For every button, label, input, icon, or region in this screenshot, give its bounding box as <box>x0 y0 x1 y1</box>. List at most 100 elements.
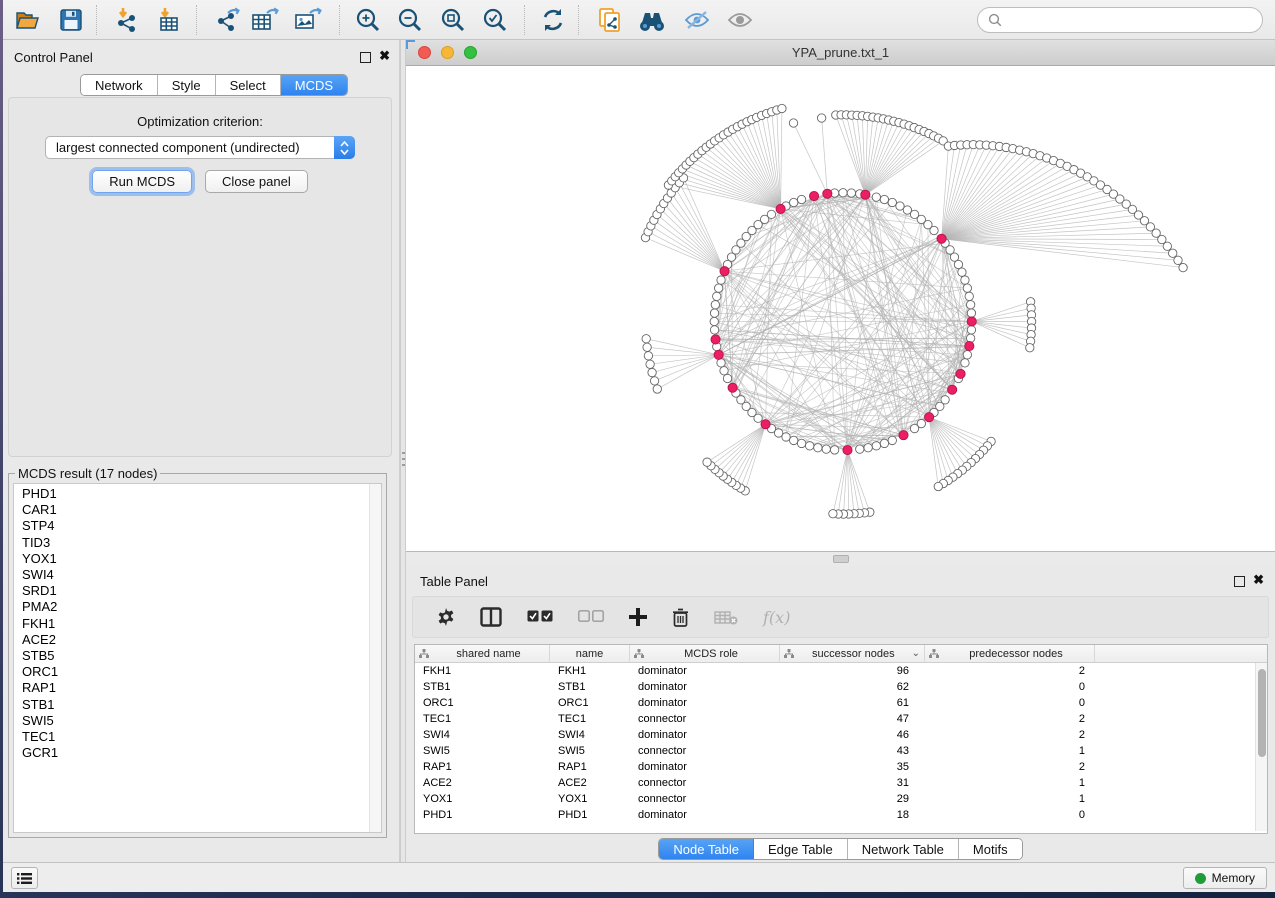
table-scrollbar[interactable] <box>1255 663 1267 831</box>
float-table-panel-icon[interactable] <box>1234 576 1245 587</box>
column-header-name[interactable]: name <box>550 645 630 662</box>
tab-style[interactable]: Style <box>158 75 216 95</box>
eye-slash-icon <box>683 9 711 31</box>
horizontal-splitter[interactable] <box>406 552 1275 566</box>
memory-button[interactable]: Memory <box>1183 867 1267 889</box>
mcds-result-item[interactable]: PMA2 <box>22 599 381 615</box>
mcds-result-item[interactable]: PHD1 <box>22 486 381 502</box>
zoom-in-button[interactable] <box>351 3 385 37</box>
mcds-result-item[interactable]: STB1 <box>22 697 381 713</box>
select-all-button[interactable] <box>527 610 553 624</box>
hide-selected-button[interactable] <box>680 3 714 37</box>
search-input[interactable] <box>1008 13 1252 28</box>
table-header: shared namenameMCDS rolesuccessor nodes⌄… <box>415 645 1267 663</box>
delete-table-button[interactable] <box>714 610 738 625</box>
mcds-result-item[interactable]: SWI4 <box>22 567 381 583</box>
mcds-result-item[interactable]: STP4 <box>22 518 381 534</box>
plus-icon <box>629 608 647 626</box>
scrollbar-thumb[interactable] <box>1258 669 1266 757</box>
cell-shared-name: FKH1 <box>415 663 550 679</box>
save-session-button[interactable] <box>54 3 88 37</box>
cell-name: STB1 <box>550 679 630 695</box>
tab-edge-table[interactable]: Edge Table <box>754 839 848 859</box>
zoom-selected-button[interactable] <box>478 3 512 37</box>
mcds-result-item[interactable]: ACE2 <box>22 632 381 648</box>
table-row[interactable]: SWI5SWI5connector431 <box>415 743 1267 759</box>
table-row[interactable]: ACE2ACE2connector311 <box>415 775 1267 791</box>
show-all-button[interactable] <box>723 3 757 37</box>
mcds-result-list[interactable]: PHD1CAR1STP4TID3YOX1SWI4SRD1PMA2FKH1ACE2… <box>13 483 382 833</box>
network-graph[interactable] <box>406 66 1275 551</box>
mcds-result-item[interactable]: CAR1 <box>22 502 381 518</box>
mcds-result-item[interactable]: GCR1 <box>22 745 381 761</box>
table-row[interactable]: SWI4SWI4dominator462 <box>415 727 1267 743</box>
mcds-result-item[interactable]: STB5 <box>22 648 381 664</box>
task-history-button[interactable] <box>11 867 38 889</box>
import-table-button[interactable] <box>152 3 186 37</box>
delete-column-button[interactable] <box>672 608 689 627</box>
refresh-button[interactable] <box>536 3 570 37</box>
mcds-options-panel: Optimization criterion: largest connecte… <box>8 97 392 457</box>
close-panel-button[interactable]: Close panel <box>205 170 308 193</box>
cell-MCDS-role: connector <box>630 743 780 759</box>
criterion-dropdown[interactable]: largest connected component (undirected) <box>45 136 355 159</box>
table-row[interactable]: ORC1ORC1dominator610 <box>415 695 1267 711</box>
memory-status-icon <box>1195 873 1206 884</box>
cell-predecessor-nodes: 0 <box>925 807 1095 823</box>
close-table-panel-icon[interactable]: ✖ <box>1253 572 1264 588</box>
table-row[interactable]: PHD1PHD1dominator180 <box>415 807 1267 823</box>
mcds-result-item[interactable]: TEC1 <box>22 729 381 745</box>
tab-mcds[interactable]: MCDS <box>281 75 347 95</box>
mcds-result-item[interactable]: SWI5 <box>22 713 381 729</box>
column-header-shared-name[interactable]: shared name <box>415 645 550 662</box>
toolbar-separator <box>339 5 340 35</box>
tab-motifs[interactable]: Motifs <box>959 839 1022 859</box>
table-row[interactable]: TEC1TEC1connector472 <box>415 711 1267 727</box>
tab-select[interactable]: Select <box>216 75 281 95</box>
splitter-handle[interactable] <box>402 452 405 468</box>
show-columns-button[interactable] <box>480 607 502 627</box>
close-panel-icon[interactable]: ✖ <box>379 48 390 64</box>
network-titlebar[interactable]: YPA_prune.txt_1 <box>406 40 1275 66</box>
run-mcds-button[interactable]: Run MCDS <box>92 170 192 193</box>
import-network-button[interactable] <box>110 3 144 37</box>
open-session-button[interactable] <box>10 3 44 37</box>
export-table-button[interactable] <box>248 3 282 37</box>
table-row[interactable]: YOX1YOX1connector291 <box>415 791 1267 807</box>
copy-network-icon <box>597 7 623 33</box>
mcds-result-item[interactable]: RAP1 <box>22 680 381 696</box>
mcds-result-item[interactable]: FKH1 <box>22 616 381 632</box>
control-panel-tabs: NetworkStyleSelectMCDS <box>80 74 348 96</box>
table-settings-button[interactable] <box>437 608 455 626</box>
zoom-fit-button[interactable] <box>436 3 470 37</box>
mcds-result-item[interactable]: TID3 <box>22 535 381 551</box>
table-row[interactable]: FKH1FKH1dominator962 <box>415 663 1267 679</box>
column-header-MCDS-role[interactable]: MCDS role <box>630 645 780 662</box>
column-header-predecessor-nodes[interactable]: predecessor nodes <box>925 645 1095 662</box>
zoom-out-icon <box>397 7 423 33</box>
table-row[interactable]: RAP1RAP1dominator352 <box>415 759 1267 775</box>
function-builder-button[interactable]: f(x) <box>763 608 790 627</box>
deselect-all-button[interactable] <box>578 610 604 624</box>
save-icon <box>59 8 83 32</box>
export-network-button[interactable] <box>210 3 244 37</box>
network-canvas[interactable] <box>406 66 1275 551</box>
criterion-value: largest connected component (undirected) <box>56 140 300 155</box>
zoom-out-button[interactable] <box>393 3 427 37</box>
add-column-button[interactable] <box>629 608 647 626</box>
tab-node-table[interactable]: Node Table <box>659 839 754 859</box>
mcds-result-item[interactable]: ORC1 <box>22 664 381 680</box>
column-header-successor-nodes[interactable]: successor nodes⌄ <box>780 645 925 662</box>
tab-network[interactable]: Network <box>81 75 158 95</box>
new-network-from-selection-button[interactable] <box>593 3 627 37</box>
cell-shared-name: YOX1 <box>415 791 550 807</box>
mcds-result-item[interactable]: YOX1 <box>22 551 381 567</box>
first-neighbors-button[interactable] <box>635 3 669 37</box>
table-row[interactable]: STB1STB1dominator620 <box>415 679 1267 695</box>
export-image-button[interactable] <box>291 3 325 37</box>
float-panel-icon[interactable] <box>360 52 371 63</box>
splitter-grip[interactable] <box>833 555 849 563</box>
tab-network-table[interactable]: Network Table <box>848 839 959 859</box>
mcds-result-item[interactable]: SRD1 <box>22 583 381 599</box>
list-scrollbar-track[interactable] <box>369 484 381 832</box>
